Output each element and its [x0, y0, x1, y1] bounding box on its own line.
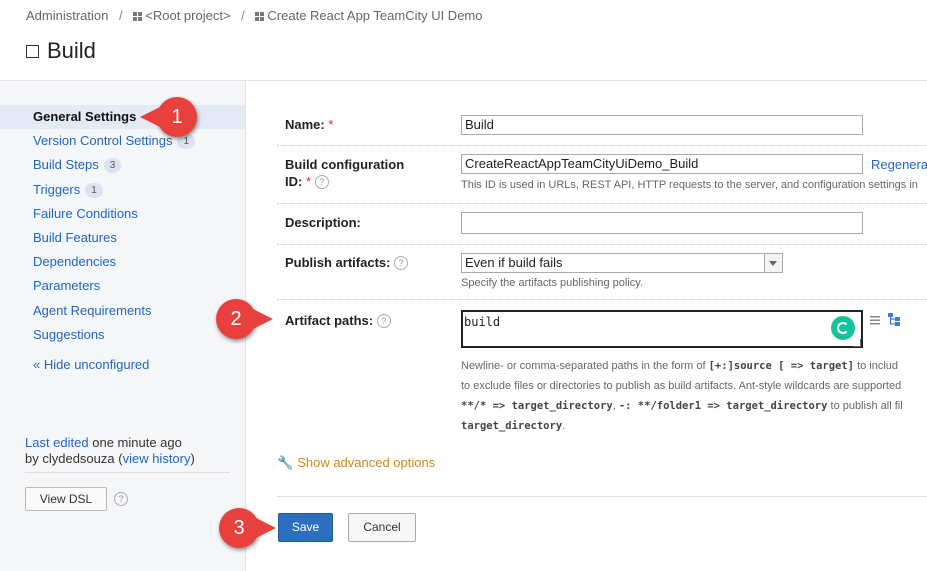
artifact-paths-label: Artifact paths: ?: [285, 313, 391, 328]
name-label: Name: *: [285, 117, 333, 132]
sidebar-item-label[interactable]: Suggestions: [33, 327, 105, 342]
sidebar-item-triggers[interactable]: Triggers 1: [0, 178, 245, 202]
grammarly-icon[interactable]: [831, 316, 855, 340]
sidebar-item-label: General Settings: [33, 109, 137, 124]
id-label-line1: Build configuration: [285, 157, 405, 172]
breadcrumb-project[interactable]: Create React App TeamCity UI Demo: [267, 8, 482, 23]
sidebar-item-label[interactable]: Parameters: [33, 278, 100, 293]
sidebar-item-label[interactable]: Build Features: [33, 230, 117, 245]
last-edited-link[interactable]: Last edited: [25, 435, 89, 450]
chevron-down-icon[interactable]: [764, 254, 782, 272]
publish-artifacts-label: Publish artifacts: ?: [285, 255, 409, 270]
id-label-line2: ID:: [285, 174, 303, 189]
help-icon[interactable]: ?: [394, 256, 409, 270]
sidebar-item-failure-conditions[interactable]: Failure Conditions: [0, 202, 245, 226]
publish-artifacts-select[interactable]: Even if build fails: [461, 253, 783, 273]
required-mark: *: [328, 117, 334, 132]
page-title: Build: [26, 38, 96, 64]
save-button[interactable]: Save: [278, 513, 333, 542]
publish-note: Specify the artifacts publishing policy.: [461, 277, 643, 289]
breadcrumb-separator: /: [119, 8, 123, 23]
callout-1: 1: [140, 97, 197, 137]
hide-unconfigured-label[interactable]: « Hide unconfigured: [33, 357, 149, 372]
sidebar-item-label[interactable]: Failure Conditions: [33, 206, 138, 221]
sidebar-item-version-control-settings[interactable]: Version Control Settings 1: [0, 129, 245, 153]
artifact-paths-textarea[interactable]: build: [461, 310, 863, 348]
note-code: -: **/folder1 => target_directory: [618, 400, 828, 412]
row-divider: [277, 203, 927, 204]
sidebar-item-dependencies[interactable]: Dependencies: [0, 250, 245, 274]
project-grid-icon: [133, 12, 143, 21]
last-edited-time: one minute ago: [92, 435, 182, 450]
view-dsl-button[interactable]: View DSL: [25, 487, 107, 511]
sidebar-item-build-steps[interactable]: Build Steps 3: [0, 153, 245, 177]
sidebar-item-label[interactable]: Dependencies: [33, 254, 116, 269]
project-grid-icon: [255, 12, 265, 21]
regenerate-id-link[interactable]: Regenerat: [871, 157, 927, 172]
note-code: **/* => target_directory: [461, 400, 613, 412]
note-text: Newline- or comma-separated paths in the…: [461, 360, 709, 372]
build-config-id-label: Build configuration ID: * ?: [285, 156, 404, 190]
note-code: [+:]source [ => target]: [708, 360, 855, 372]
cancel-button[interactable]: Cancel: [348, 513, 416, 542]
help-icon[interactable]: ?: [314, 175, 329, 189]
sidebar-item-build-features[interactable]: Build Features: [0, 226, 245, 250]
id-note: This ID is used in URLs, REST API, HTTP …: [461, 179, 918, 191]
breadcrumb-separator: /: [241, 8, 245, 23]
footer-divider: [277, 496, 927, 497]
note-code: target_directory: [461, 420, 563, 432]
sidebar-divider: [25, 472, 230, 473]
sidebar-item-label[interactable]: Version Control Settings: [33, 133, 172, 148]
publish-label-text: Publish artifacts:: [285, 255, 391, 270]
callout-2: 2: [216, 299, 273, 339]
wrench-icon: 🔧: [277, 455, 294, 470]
hide-unconfigured-link[interactable]: « Hide unconfigured: [0, 353, 245, 377]
sidebar-item-general-settings[interactable]: General Settings: [0, 105, 245, 129]
sidebar-item-parameters[interactable]: Parameters: [0, 274, 245, 298]
page-title-text: Build: [47, 38, 96, 63]
description-input[interactable]: [461, 212, 863, 234]
name-label-text: Name:: [285, 117, 325, 132]
help-icon[interactable]: ?: [114, 492, 128, 506]
note-text: to publish all fil: [827, 400, 903, 412]
sidebar-item-label[interactable]: Build Steps: [33, 157, 99, 172]
build-config-id-input[interactable]: CreateReactAppTeamCityUiDemo_Build: [461, 154, 863, 174]
show-advanced-label: Show advanced options: [297, 455, 436, 470]
tree-icon[interactable]: [888, 313, 901, 326]
last-edited-info: Last edited one minute ago by clydedsouz…: [25, 435, 195, 466]
breadcrumb-administration[interactable]: Administration: [26, 8, 108, 23]
note-text: to exclude files or directories to publi…: [461, 380, 902, 392]
last-edited-by: by clydedsouza: [25, 451, 115, 466]
name-input[interactable]: Build: [461, 115, 863, 135]
description-label: Description:: [285, 215, 361, 230]
artifact-note: Newline- or comma-separated paths in the…: [461, 356, 903, 436]
note-text: to includ: [854, 360, 899, 372]
sidebar: General Settings Version Control Setting…: [0, 81, 246, 571]
count-badge: 3: [103, 158, 122, 173]
publish-artifacts-value: Even if build fails: [465, 255, 563, 270]
view-history-link[interactable]: view history: [123, 451, 191, 466]
show-advanced-options-link[interactable]: 🔧 Show advanced options: [277, 455, 435, 471]
sidebar-item-agent-requirements[interactable]: Agent Requirements: [0, 299, 245, 323]
list-icon[interactable]: [870, 315, 880, 325]
resize-handle-icon[interactable]: [853, 339, 861, 347]
sidebar-item-suggestions[interactable]: Suggestions: [0, 323, 245, 347]
breadcrumb: Administration / <Root project> / Create…: [26, 8, 482, 23]
build-config-icon: [26, 44, 39, 58]
row-divider: [277, 299, 927, 300]
breadcrumb-root-project[interactable]: <Root project>: [145, 8, 230, 23]
help-icon[interactable]: ?: [376, 314, 391, 328]
count-badge: 1: [85, 183, 103, 198]
row-divider: [277, 244, 927, 245]
required-mark: *: [305, 174, 312, 189]
row-divider: [277, 145, 927, 146]
note-text: .: [562, 420, 566, 432]
callout-3: 3: [219, 508, 276, 548]
sidebar-item-label[interactable]: Triggers: [33, 182, 80, 197]
sidebar-item-label[interactable]: Agent Requirements: [33, 303, 152, 318]
artifact-label-text: Artifact paths:: [285, 313, 374, 328]
